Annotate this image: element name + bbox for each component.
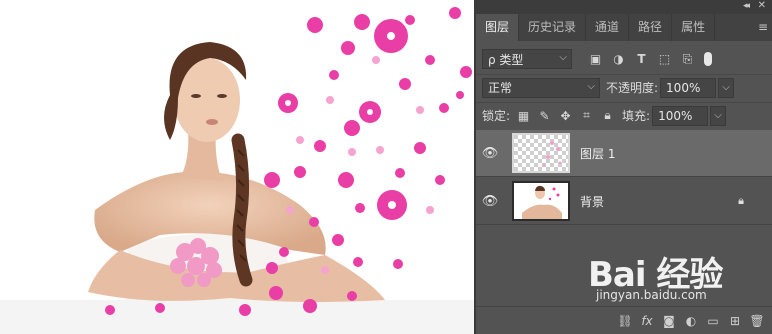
layers-bottom-bar: ⛓︎ fx ◙ ◐ ▭ ⊞ 🗑︎ xyxy=(476,306,772,334)
layer-row[interactable]: 👁︎ 图层 1 xyxy=(476,130,772,177)
chevron-down-icon: ⌵ xyxy=(587,80,595,92)
tab-properties[interactable]: 属性 xyxy=(672,14,716,41)
image-filter-icon[interactable]: ▣ xyxy=(584,49,607,69)
canvas-image xyxy=(0,0,474,334)
opacity-input[interactable]: 100% xyxy=(660,77,717,98)
filter-toggle[interactable] xyxy=(704,52,712,66)
type-filter-icon[interactable]: T xyxy=(630,49,653,69)
collapse-icon[interactable]: ◂◂ xyxy=(743,1,750,11)
chevron-down-icon: ⌵ xyxy=(559,52,567,63)
layer-filter-select[interactable]: ρ 类型 ⌵ xyxy=(482,49,572,69)
eye-icon[interactable]: 👁︎ xyxy=(476,146,504,161)
lock-label: 锁定: xyxy=(482,109,511,123)
fill-label: 填充: xyxy=(622,109,651,123)
layers-panel: ◂◂ ✕ 图层 历史记录 通道 路径 属性 ≡ ρ 类型 ⌵ ▣ ◑ T ⬚ ⎘… xyxy=(474,0,772,334)
tab-channels[interactable]: 通道 xyxy=(586,14,630,41)
layer-name: 图层 1 xyxy=(580,146,616,161)
filter-icons: ▣ ◑ T ⬚ ⎘ xyxy=(584,49,699,69)
new-layer-icon[interactable]: ⊞ xyxy=(724,314,746,328)
layer-thumbnail xyxy=(512,181,570,221)
adjustment-filter-icon[interactable]: ◑ xyxy=(607,49,630,69)
fill-input[interactable]: 100% xyxy=(652,105,709,126)
layer-thumbnail xyxy=(512,133,570,173)
adjustment-icon[interactable]: ◐ xyxy=(680,314,702,328)
panel-tabs: 图层 历史记录 通道 路径 属性 ≡ xyxy=(476,14,772,41)
panel-header-bar: ◂◂ ✕ xyxy=(476,0,772,14)
lock-image-icon[interactable]: ✎ xyxy=(534,106,555,126)
filter-row: ρ 类型 ⌵ ▣ ◑ T ⬚ ⎘ xyxy=(476,46,772,72)
layer-row[interactable]: 👁︎ 背景 🔒︎ xyxy=(476,178,772,225)
mask-icon[interactable]: ◙ xyxy=(658,314,680,328)
folder-icon[interactable]: ▭ xyxy=(702,314,724,328)
lock-all-icon[interactable]: 🔒︎ xyxy=(597,106,618,126)
tab-paths[interactable]: 路径 xyxy=(629,14,673,41)
close-icon[interactable]: ✕ xyxy=(758,0,766,11)
opacity-value: 100% xyxy=(666,80,701,95)
shape-filter-icon[interactable]: ⬚ xyxy=(653,49,676,69)
opacity-label: 不透明度: xyxy=(606,81,659,95)
fill-value: 100% xyxy=(658,108,693,123)
tab-history[interactable]: 历史记录 xyxy=(519,14,587,41)
lock-icon: 🔒︎ xyxy=(738,194,744,207)
fx-icon[interactable]: fx xyxy=(636,314,658,328)
blend-mode-select[interactable]: 正常 ⌵ xyxy=(482,77,600,98)
lock-pixels-icon[interactable]: ▦ xyxy=(513,106,534,126)
layer-name: 背景 xyxy=(580,194,605,209)
document-canvas[interactable] xyxy=(0,0,474,334)
filter-select-value: ρ 类型 xyxy=(488,52,524,67)
eye-icon[interactable]: 👁︎ xyxy=(476,194,504,209)
panel-menu-icon[interactable]: ≡ xyxy=(758,14,768,41)
layers-list: 👁︎ 图层 1 👁︎ 背景 🔒︎ xyxy=(476,130,772,308)
lock-artboard-icon[interactable]: ⌗ xyxy=(576,106,597,126)
smart-object-filter-icon[interactable]: ⎘ xyxy=(676,49,699,69)
lock-position-icon[interactable]: ✥ xyxy=(555,106,576,126)
lock-row: 锁定: ▦ ✎ ✥ ⌗ 🔒︎ 填充: 100% ⌵ xyxy=(476,102,772,128)
tab-layers[interactable]: 图层 xyxy=(476,14,520,41)
trash-icon[interactable]: 🗑︎ xyxy=(746,314,768,328)
blend-mode-value: 正常 xyxy=(488,81,513,95)
opacity-dropdown-button[interactable]: ⌵ xyxy=(718,77,735,98)
fill-dropdown-button[interactable]: ⌵ xyxy=(710,105,727,126)
link-icon[interactable]: ⛓︎ xyxy=(614,314,636,328)
blend-row: 正常 ⌵ 不透明度: 100% ⌵ xyxy=(476,74,772,100)
